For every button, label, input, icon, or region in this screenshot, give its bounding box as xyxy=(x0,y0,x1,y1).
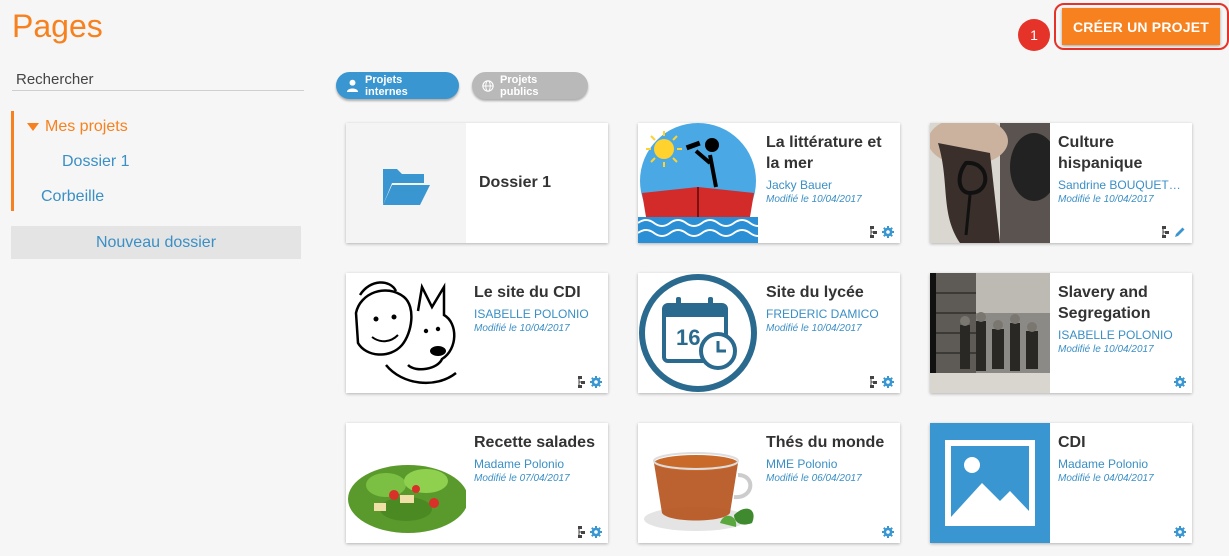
filter-public-projects[interactable]: Projets publics xyxy=(472,72,588,99)
project-thumbnail xyxy=(638,423,758,543)
tree-icon[interactable] xyxy=(869,226,878,238)
card-date: Modifié le 10/04/2017 xyxy=(1058,344,1154,355)
card-author[interactable]: FREDERIC DAMICO xyxy=(766,307,894,321)
gear-icon[interactable] xyxy=(882,226,894,238)
page-title: Pages xyxy=(12,8,103,44)
caret-down-icon[interactable] xyxy=(27,123,39,131)
create-project-button[interactable]: CRÉER UN PROJET xyxy=(1062,8,1220,45)
tree-icon[interactable] xyxy=(577,526,586,538)
card-date: Modifié le 10/04/2017 xyxy=(766,323,862,334)
card-date: Modifié le 10/04/2017 xyxy=(1058,194,1154,205)
project-thumbnail xyxy=(930,123,1050,243)
new-folder-button[interactable]: Nouveau dossier xyxy=(11,226,301,259)
search-input[interactable] xyxy=(12,68,304,91)
project-card[interactable]: 16 Site du lycée FREDERIC DAMICO Modifié… xyxy=(638,273,900,393)
tree-item-label: Mes projets xyxy=(45,118,128,135)
card-author[interactable]: ISABELLE POLONIO xyxy=(474,307,602,321)
filter-internal-projects[interactable]: Projets internes xyxy=(336,72,459,99)
folder-tree: Mes projets Dossier 1 Corbeille xyxy=(11,111,304,211)
project-card[interactable]: Culture hispanique Sandrine BOUQUETY (..… xyxy=(930,123,1192,243)
svg-text:16: 16 xyxy=(676,325,700,350)
step-badge: 1 xyxy=(1018,19,1050,51)
filter-label: Projets internes xyxy=(365,73,408,98)
project-card[interactable]: Thés du monde MME Polonio Modifié le 06/… xyxy=(638,423,900,543)
folder-card[interactable]: Dossier 1 xyxy=(346,123,608,243)
card-title: CDI xyxy=(1058,434,1086,451)
card-author[interactable]: ISABELLE POLONIO xyxy=(1058,328,1186,342)
tree-item-mes-projets[interactable]: Mes projets xyxy=(27,118,128,136)
project-thumbnail xyxy=(638,123,758,243)
gear-icon[interactable] xyxy=(590,376,602,388)
folder-title: Dossier 1 xyxy=(479,174,552,191)
pencil-icon[interactable] xyxy=(1174,226,1186,238)
card-date: Modifié le 04/04/2017 xyxy=(1058,473,1154,484)
project-thumbnail xyxy=(346,273,466,393)
card-title: Thés du monde xyxy=(766,434,885,451)
card-title: Culture hispanique xyxy=(1058,134,1143,172)
card-author[interactable]: MME Polonio xyxy=(766,457,894,471)
card-date: Modifié le 10/04/2017 xyxy=(766,194,862,205)
project-thumbnail xyxy=(930,273,1050,393)
card-title: Recette salades xyxy=(474,434,595,451)
tree-item-dossier-1[interactable]: Dossier 1 xyxy=(62,153,130,171)
gear-icon[interactable] xyxy=(882,526,894,538)
card-date: Modifié le 07/04/2017 xyxy=(474,473,570,484)
tree-icon[interactable] xyxy=(1161,226,1170,238)
globe-icon xyxy=(482,79,494,92)
card-title: Site du lycée xyxy=(766,284,864,301)
filter-label: Projets publics xyxy=(500,73,539,98)
card-title: Le site du CDI xyxy=(474,284,581,301)
card-date: Modifié le 10/04/2017 xyxy=(474,323,570,334)
project-card[interactable]: Le site du CDI ISABELLE POLONIO Modifié … xyxy=(346,273,608,393)
folder-thumbnail xyxy=(346,123,466,243)
project-card[interactable]: Recette salades Madame Polonio Modifié l… xyxy=(346,423,608,543)
gear-icon[interactable] xyxy=(590,526,602,538)
card-title: La littérature et la mer xyxy=(766,134,882,172)
tree-item-corbeille[interactable]: Corbeille xyxy=(41,188,104,206)
card-author[interactable]: Madame Polonio xyxy=(1058,457,1186,471)
tree-icon[interactable] xyxy=(577,376,586,388)
project-thumbnail: 16 xyxy=(638,273,758,393)
card-author[interactable]: Madame Polonio xyxy=(474,457,602,471)
tree-icon[interactable] xyxy=(869,376,878,388)
gear-icon[interactable] xyxy=(1174,526,1186,538)
project-card[interactable]: Slavery and Segregation ISABELLE POLONIO… xyxy=(930,273,1192,393)
card-author[interactable]: Jacky Bauer xyxy=(766,178,894,192)
project-card[interactable]: La littérature et la mer Jacky Bauer Mod… xyxy=(638,123,900,243)
card-title: Slavery and Segregation xyxy=(1058,284,1151,322)
gear-icon[interactable] xyxy=(1174,376,1186,388)
card-author[interactable]: Sandrine BOUQUETY (... xyxy=(1058,178,1186,192)
image-placeholder-icon xyxy=(930,423,1050,543)
project-card[interactable]: CDI Madame Polonio Modifié le 04/04/2017 xyxy=(930,423,1192,543)
gear-icon[interactable] xyxy=(882,376,894,388)
user-icon xyxy=(346,79,359,92)
card-date: Modifié le 06/04/2017 xyxy=(766,473,862,484)
project-thumbnail xyxy=(346,423,466,543)
folder-open-icon xyxy=(383,169,430,205)
